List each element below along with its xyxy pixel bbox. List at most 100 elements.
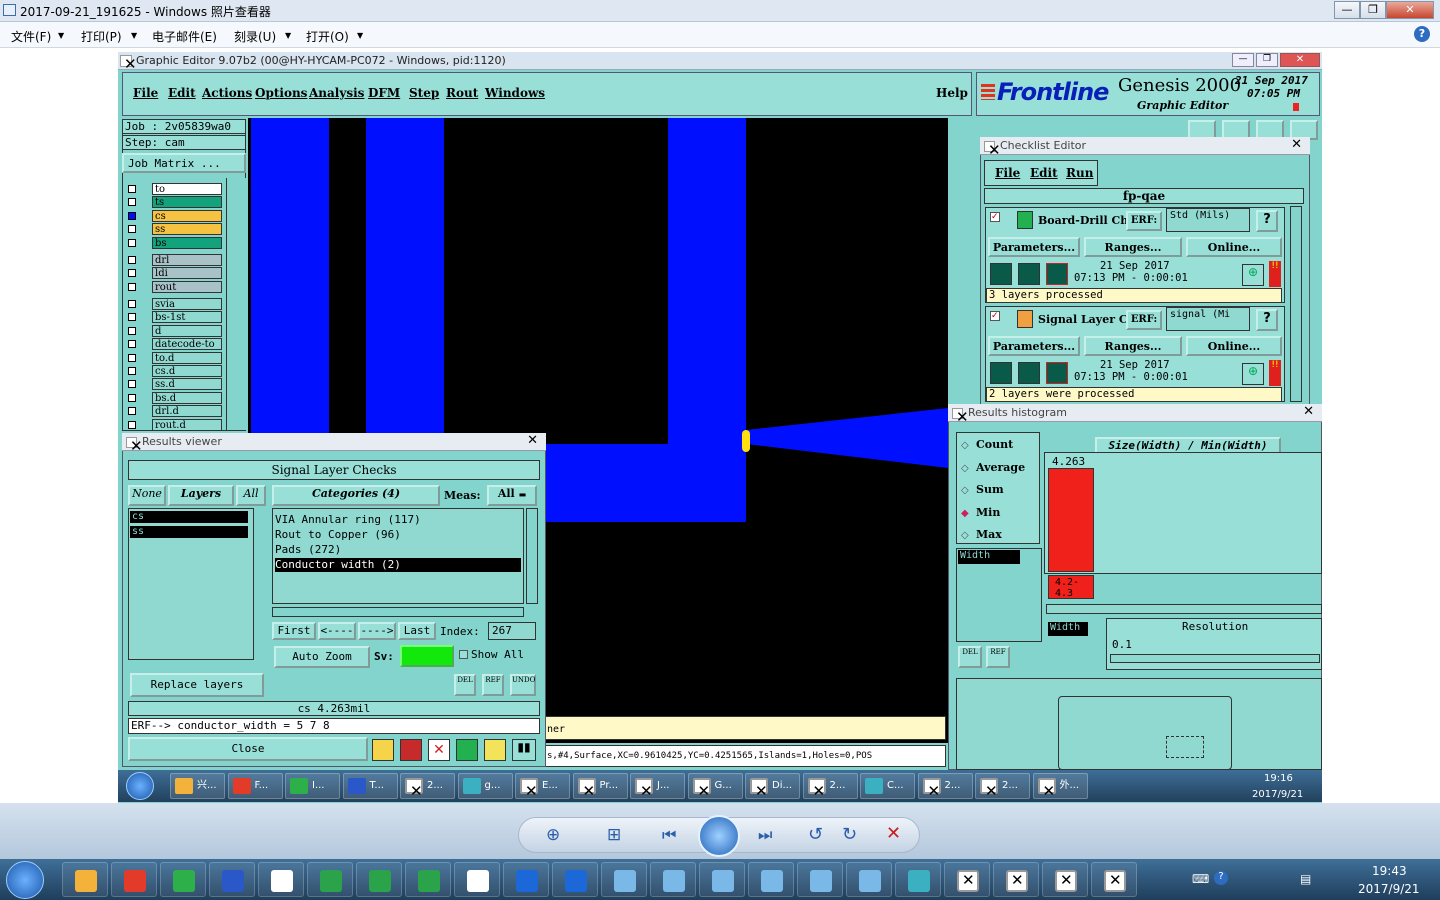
taskbar-item[interactable] bbox=[1042, 862, 1088, 897]
category-scrollbar[interactable] bbox=[526, 508, 538, 604]
layer-row[interactable]: ss.d bbox=[126, 378, 222, 390]
close-button[interactable]: ✕ bbox=[1386, 1, 1434, 19]
layer-name[interactable]: bs bbox=[152, 237, 222, 249]
layer-checkbox[interactable] bbox=[128, 421, 136, 429]
taskbar-item[interactable] bbox=[846, 862, 892, 897]
menu-analysis[interactable]: Analysis bbox=[309, 86, 364, 100]
taskbar-item[interactable]: G... bbox=[687, 773, 743, 799]
category-item[interactable]: Conductor width (2) bbox=[275, 558, 521, 572]
check-mark-icon[interactable]: ✓ bbox=[990, 212, 1000, 222]
taskbar-item[interactable] bbox=[993, 862, 1039, 897]
layer-name[interactable]: ldi bbox=[152, 267, 222, 279]
del-button[interactable]: DEL bbox=[958, 646, 982, 668]
taskbar-item[interactable]: g... bbox=[457, 773, 513, 799]
erf-value[interactable]: signal (Mi bbox=[1166, 307, 1250, 331]
run-all-icon[interactable] bbox=[1018, 263, 1040, 285]
erase-tool-icon[interactable] bbox=[400, 739, 422, 761]
layer-row[interactable]: svia bbox=[126, 298, 222, 310]
zoom-icon[interactable]: ⊕ bbox=[546, 825, 560, 845]
layer-checkbox[interactable] bbox=[128, 367, 136, 375]
menu-run[interactable]: Run bbox=[1066, 166, 1093, 180]
rotate-right-icon[interactable]: ↻ bbox=[842, 824, 857, 845]
taskbar-item[interactable] bbox=[209, 862, 255, 897]
taskbar-item[interactable] bbox=[944, 862, 990, 897]
slideshow-button[interactable] bbox=[698, 815, 740, 857]
delete-icon[interactable]: ✕ bbox=[886, 823, 901, 844]
help-icon[interactable]: ? bbox=[1414, 26, 1430, 42]
menu-file[interactable]: 文件(F) bbox=[11, 28, 51, 45]
ref-button[interactable]: REF bbox=[482, 674, 504, 696]
taskbar-item[interactable] bbox=[699, 862, 745, 897]
layer-checkbox[interactable] bbox=[128, 225, 136, 233]
taskbar-item[interactable] bbox=[160, 862, 206, 897]
start-orb-icon[interactable] bbox=[126, 772, 154, 800]
layer-row[interactable]: to bbox=[126, 183, 222, 195]
taskbar-item[interactable] bbox=[111, 862, 157, 897]
keyboard-icon[interactable]: ⌨ bbox=[1192, 872, 1209, 886]
layer-row[interactable]: bs.d bbox=[126, 392, 222, 404]
taskbar-item[interactable] bbox=[895, 862, 941, 897]
layer-name[interactable]: ss.d bbox=[152, 378, 222, 390]
menu-dfm[interactable]: DFM bbox=[368, 86, 400, 100]
layer-checkbox[interactable] bbox=[128, 185, 136, 193]
category-hscrollbar[interactable] bbox=[272, 607, 524, 617]
layers-button[interactable]: Layers bbox=[168, 485, 234, 506]
ranges-button[interactable]: Ranges... bbox=[1084, 336, 1182, 356]
field-list[interactable] bbox=[956, 548, 1042, 642]
taskbar-item[interactable] bbox=[601, 862, 647, 897]
taskbar-item[interactable] bbox=[62, 862, 108, 897]
histogram-option[interactable]: Max bbox=[976, 528, 1002, 541]
menu-email[interactable]: 电子邮件(E) bbox=[152, 28, 217, 45]
editor-close-button[interactable]: ✕ bbox=[1280, 53, 1320, 67]
show-all-checkbox[interactable] bbox=[459, 650, 468, 659]
option-radio-icon[interactable]: ◆ bbox=[961, 508, 969, 519]
menu-step[interactable]: Step bbox=[409, 86, 439, 100]
layer-checkbox[interactable] bbox=[128, 300, 136, 308]
parameters-button[interactable]: Parameters... bbox=[988, 336, 1080, 356]
layer-name[interactable]: svia bbox=[152, 298, 222, 310]
stop-icon[interactable] bbox=[1046, 263, 1068, 285]
taskbar-item[interactable]: 2... bbox=[975, 773, 1030, 799]
option-radio-icon[interactable]: ◇ bbox=[961, 463, 969, 474]
report-tool-icon[interactable] bbox=[456, 739, 478, 761]
layer-name[interactable]: drl bbox=[152, 254, 222, 266]
taskbar-item[interactable]: Di... bbox=[745, 773, 800, 799]
taskbar-item[interactable]: C... bbox=[860, 773, 915, 799]
help-tray-icon[interactable]: ? bbox=[1214, 871, 1228, 885]
option-radio-icon[interactable]: ◇ bbox=[961, 485, 969, 496]
run-all-icon[interactable] bbox=[1018, 362, 1040, 384]
layer-row[interactable]: ss bbox=[126, 223, 222, 235]
layer-checkbox[interactable] bbox=[128, 283, 136, 291]
help-icon[interactable]: ? bbox=[1256, 210, 1278, 232]
ref-button[interactable]: REF bbox=[986, 646, 1010, 668]
layer-name[interactable]: d bbox=[152, 325, 222, 337]
layer-list-scrollbar[interactable] bbox=[226, 178, 246, 430]
category-list[interactable]: VIA Annular ring (117) Rout to Copper (9… bbox=[272, 508, 524, 604]
layer-checkbox[interactable] bbox=[128, 407, 136, 415]
zoom-icon[interactable]: ⊕ bbox=[1242, 363, 1264, 385]
network-icon[interactable]: ▤ bbox=[1300, 872, 1311, 886]
category-item[interactable]: Rout to Copper (96) bbox=[275, 528, 521, 543]
layer-checkbox[interactable] bbox=[128, 313, 136, 321]
online-button[interactable]: Online... bbox=[1186, 336, 1282, 356]
first-button[interactable]: First bbox=[272, 622, 316, 640]
layer-row[interactable]: bs-1st bbox=[126, 311, 222, 323]
option-radio-icon[interactable]: ◇ bbox=[961, 530, 969, 541]
category-item[interactable]: VIA Annular ring (117) bbox=[275, 513, 521, 528]
meas-select[interactable]: All ▬ bbox=[487, 485, 537, 506]
taskbar-item[interactable] bbox=[1091, 862, 1137, 897]
ranges-button[interactable]: Ranges... bbox=[1084, 237, 1182, 257]
layer-checkbox[interactable] bbox=[128, 354, 136, 362]
stop-icon[interactable] bbox=[1046, 362, 1068, 384]
layer-name[interactable]: ts bbox=[152, 196, 222, 208]
minimize-button[interactable]: — bbox=[1334, 1, 1360, 19]
taskbar-item[interactable] bbox=[797, 862, 843, 897]
layers-tool-icon[interactable] bbox=[372, 739, 394, 761]
previous-icon[interactable]: ⏮ bbox=[662, 825, 676, 845]
start-orb-icon[interactable] bbox=[6, 861, 44, 899]
menu-edit[interactable]: Edit bbox=[1030, 166, 1058, 180]
taskbar-item[interactable] bbox=[405, 862, 451, 897]
layer-name[interactable]: to bbox=[152, 183, 222, 195]
close-icon[interactable]: ✕ bbox=[1291, 137, 1302, 152]
category-item[interactable]: Pads (272) bbox=[275, 543, 521, 558]
